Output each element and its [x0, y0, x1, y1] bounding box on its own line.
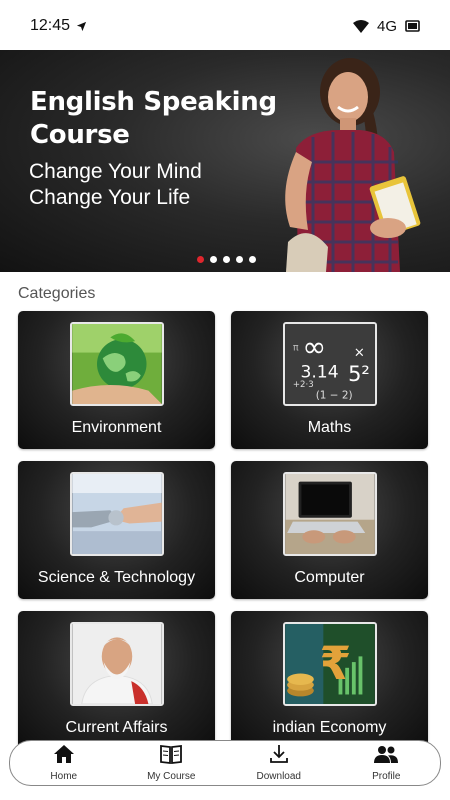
category-label: indian Economy	[272, 719, 387, 736]
category-card-maths[interactable]: ∞ × 3.14 5² +2·3 (1 − 2) π Maths	[231, 311, 428, 449]
category-card-computer[interactable]: Computer	[231, 461, 428, 599]
nav-label: Home	[50, 771, 78, 782]
category-label: Current Affairs	[65, 719, 168, 736]
bottom-nav: Home My Course Download Profile	[9, 740, 441, 786]
category-label: Science & Technology	[37, 569, 196, 586]
carousel-dot[interactable]	[197, 256, 204, 263]
nav-label: Download	[256, 771, 301, 782]
nav-item-download[interactable]: Download	[234, 744, 324, 782]
download-icon	[269, 744, 289, 769]
location-arrow-icon	[76, 21, 87, 32]
cast-icon	[405, 20, 420, 32]
category-label: Maths	[307, 419, 352, 436]
category-card-science-technology[interactable]: Science & Technology	[18, 461, 215, 599]
carousel-dot[interactable]	[223, 256, 230, 263]
category-card-environment[interactable]: Environment	[18, 311, 215, 449]
book-icon	[160, 744, 183, 769]
banner-subtitle: Change Your Mind Change Your Life	[29, 160, 202, 209]
robot-handshake-image	[70, 472, 164, 556]
status-bar: 12:45 4G	[0, 0, 450, 52]
people-icon	[374, 744, 399, 769]
globe-leaf-image	[70, 322, 164, 406]
wifi-icon	[352, 19, 369, 33]
svg-text:₹: ₹	[320, 637, 352, 690]
status-left: 12:45	[30, 17, 87, 35]
network-label: 4G	[376, 17, 397, 35]
status-time: 12:45	[30, 17, 71, 34]
carousel-dots	[197, 256, 256, 263]
math-formula-image: ∞ × 3.14 5² +2·3 (1 − 2) π	[283, 322, 377, 406]
banner-person-image	[285, 58, 421, 272]
category-label: Computer	[294, 569, 365, 586]
svg-text:×: ×	[354, 345, 365, 360]
rupee-coins-image: ₹	[283, 622, 377, 706]
nav-item-home[interactable]: Home	[19, 744, 109, 782]
promo-banner[interactable]: English Speaking Course Change Your Mind…	[0, 50, 450, 272]
status-right: 4G	[352, 17, 420, 35]
category-card-current-affairs[interactable]: Current Affairs	[18, 611, 215, 749]
categories-heading: Categories	[18, 285, 96, 302]
carousel-dot[interactable]	[236, 256, 243, 263]
svg-text:∞: ∞	[302, 329, 326, 363]
svg-text:+2·3: +2·3	[293, 380, 314, 390]
portrait-image	[70, 622, 164, 706]
category-card-indian-economy[interactable]: ₹ indian Economy	[231, 611, 428, 749]
svg-text:5²: 5²	[348, 362, 370, 386]
svg-text:π: π	[293, 343, 299, 354]
category-label: Environment	[71, 419, 162, 436]
nav-item-my-course[interactable]: My Course	[126, 744, 216, 782]
carousel-dot[interactable]	[249, 256, 256, 263]
nav-label: Profile	[372, 771, 401, 782]
carousel-dot[interactable]	[210, 256, 217, 263]
nav-item-profile[interactable]: Profile	[341, 744, 431, 782]
nav-label: My Course	[147, 771, 196, 782]
laptop-image	[283, 472, 377, 556]
home-icon	[53, 744, 75, 769]
svg-text:(1 − 2): (1 − 2)	[316, 389, 353, 401]
banner-title: English Speaking Course	[30, 87, 277, 150]
